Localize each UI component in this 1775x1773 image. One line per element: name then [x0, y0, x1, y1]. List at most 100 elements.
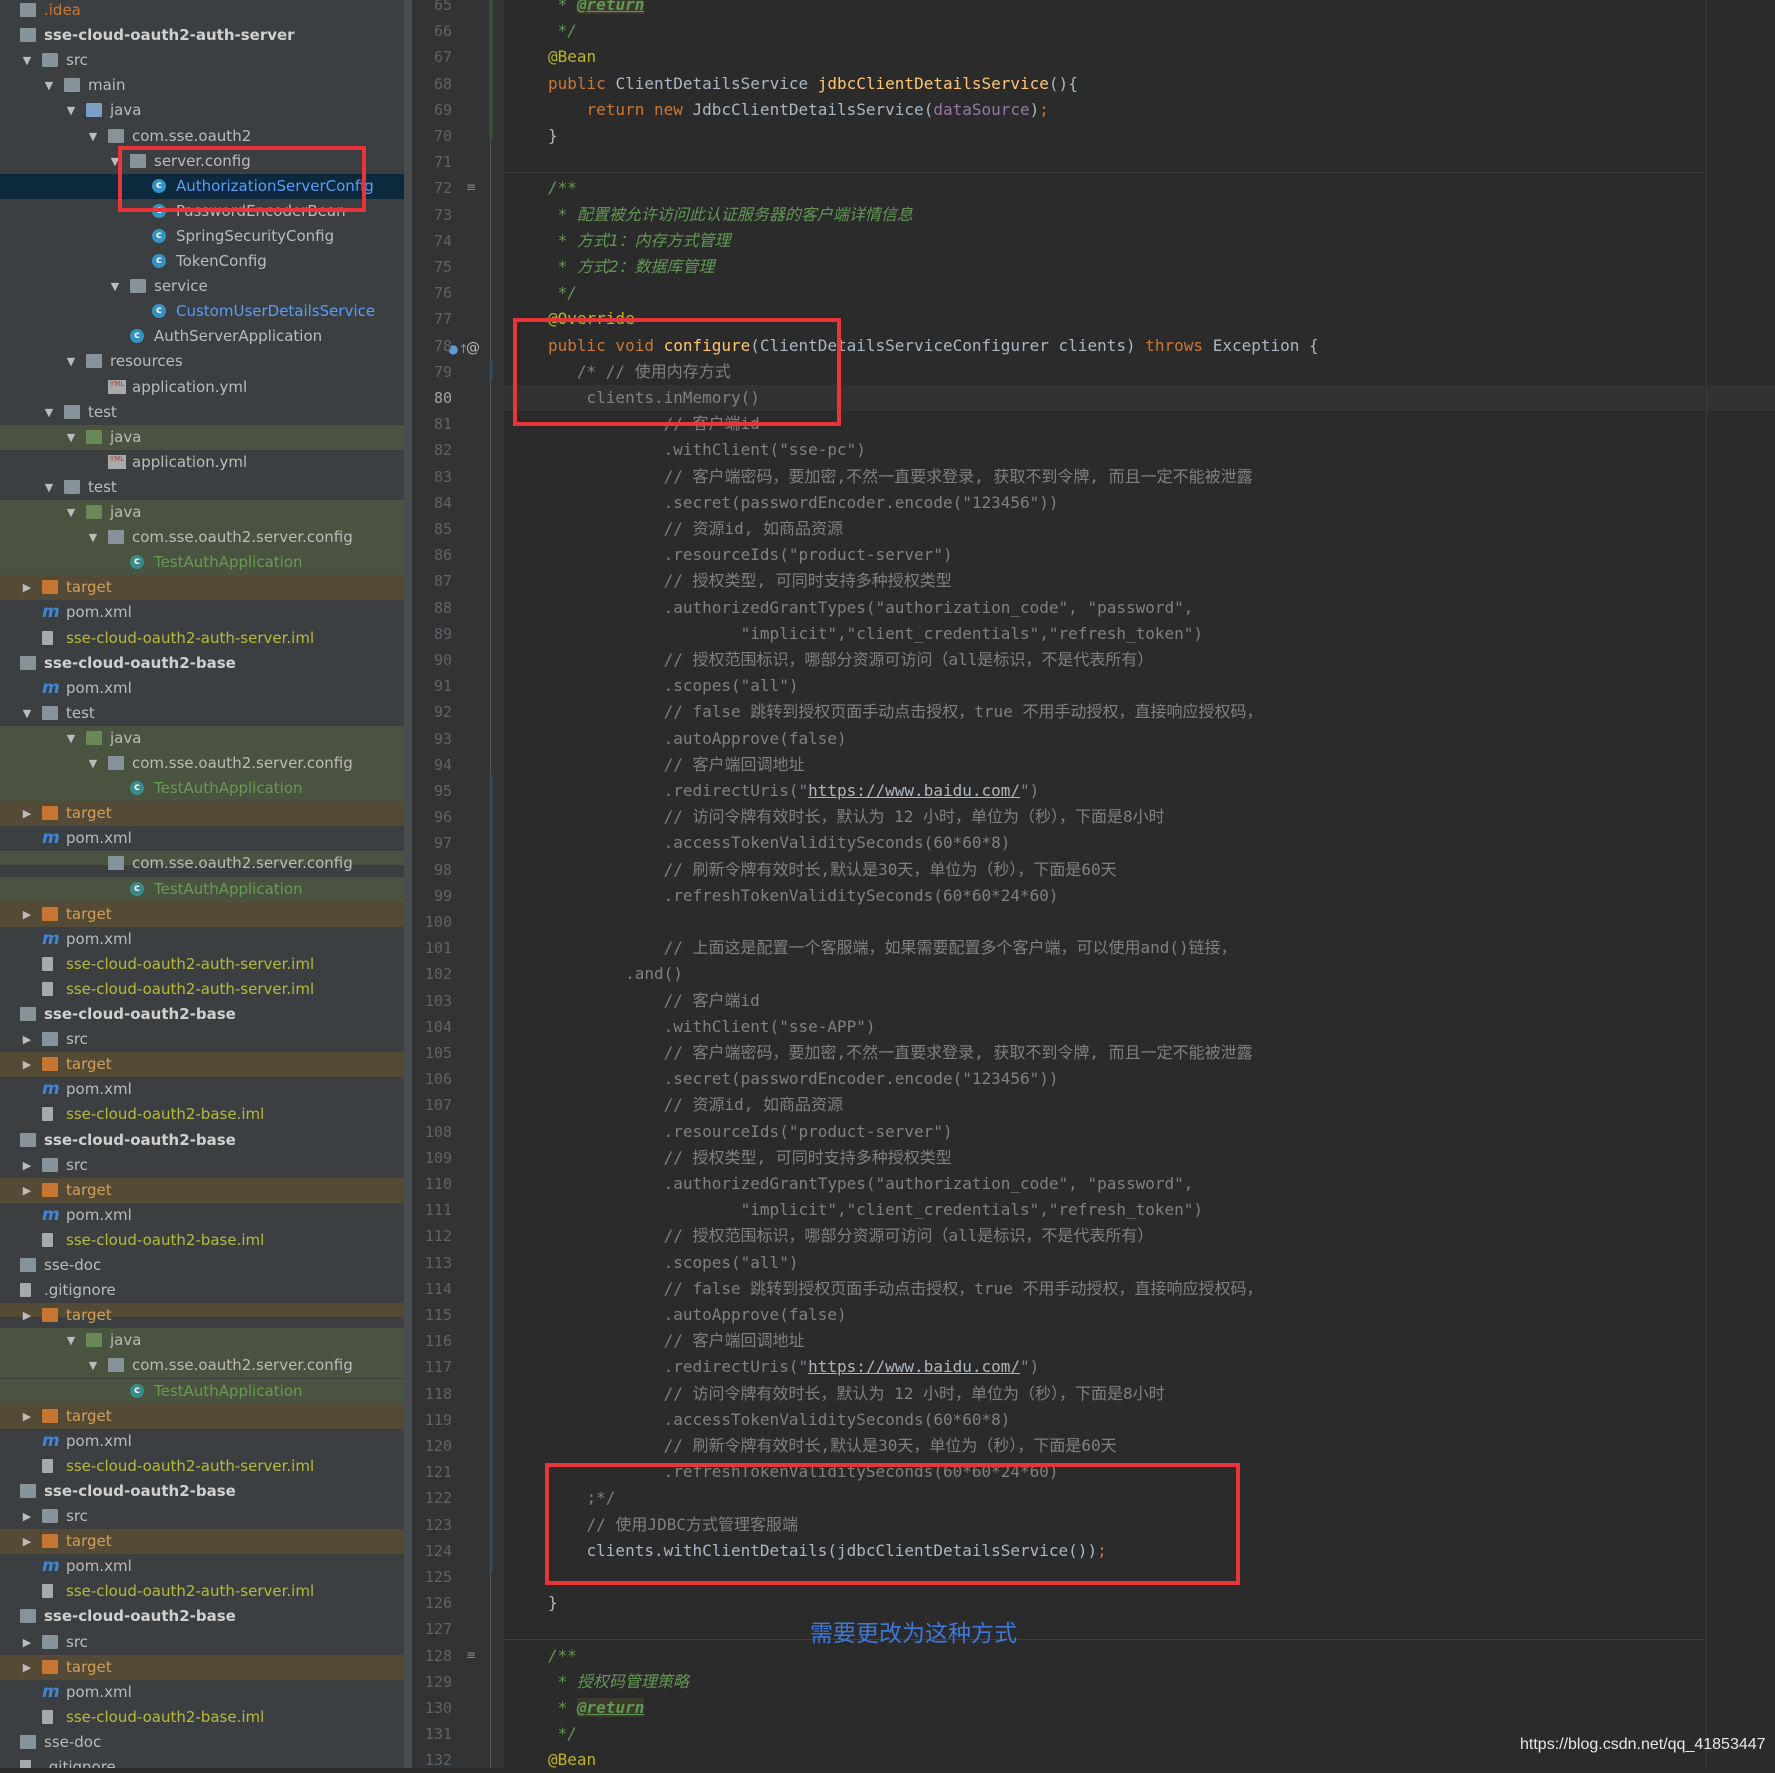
code-line[interactable]: .autoApprove(false) — [548, 726, 847, 752]
code-line[interactable]: * 配置被允许访问此认证服务器的客户端详情信息 — [548, 202, 913, 228]
code-line[interactable]: * @return — [548, 0, 645, 18]
tree-item[interactable]: ▼ com.sse.oauth2.server.config — [0, 751, 404, 776]
tree-item[interactable]: sse-cloud-oauth2-base.iml — [0, 1102, 404, 1127]
code-line[interactable]: // 客户端回调地址 — [548, 752, 805, 778]
code-line[interactable]: .authorizedGrantTypes("authorization_cod… — [548, 595, 1194, 621]
tree-item[interactable]: ▶ src — [0, 1630, 404, 1655]
tree-item[interactable]: sse-cloud-oauth2-base.iml — [0, 1228, 404, 1253]
code-line[interactable]: * 方式2：数据库管理 — [548, 254, 715, 280]
tree-item[interactable]: ▼ com.sse.oauth2 — [0, 124, 404, 149]
tree-item[interactable]: ▼ main — [0, 73, 404, 98]
tree-item[interactable]: c SpringSecurityConfig — [0, 224, 404, 249]
collapse-arrow-icon[interactable]: ▶ — [20, 902, 34, 927]
code-line[interactable]: @Bean — [548, 44, 596, 70]
code-line[interactable]: // 客户端id — [548, 988, 760, 1014]
tree-item[interactable]: ▼ test — [0, 701, 404, 726]
tree-item[interactable]: ▶ target — [0, 1529, 404, 1555]
expand-arrow-icon[interactable]: ▼ — [42, 400, 56, 425]
tree-item[interactable]: m pom.xml — [0, 826, 404, 851]
expand-arrow-icon[interactable]: ▼ — [64, 98, 78, 123]
code-line[interactable]: .redirectUris("https://www.baidu.com/") — [548, 778, 1040, 804]
tree-item[interactable]: ▶ src — [0, 1504, 404, 1529]
code-line[interactable]: */ — [548, 18, 577, 44]
collapse-arrow-icon[interactable]: ▶ — [20, 1178, 34, 1203]
code-line[interactable]: .scopes("all") — [548, 673, 799, 699]
code-line[interactable]: .autoApprove(false) — [548, 1302, 847, 1328]
code-line[interactable]: // 访问令牌有效时长，默认为 12 小时，单位为（秒），下面是8小时 — [548, 804, 1165, 830]
code-line[interactable]: // 上面这是配置一个客服端，如果需要配置多个客户端，可以使用and()链接， — [548, 935, 1237, 961]
tree-item[interactable]: c TestAuthApplication — [0, 776, 404, 802]
tree-item[interactable]: c AuthServerApplication — [0, 324, 404, 349]
tree-item[interactable]: m pom.xml — [0, 1429, 404, 1454]
code-line[interactable]: // 资源id, 如商品资源 — [548, 516, 843, 542]
code-line[interactable]: * @return — [548, 1695, 645, 1721]
tree-item[interactable]: c TestAuthApplication — [0, 876, 404, 902]
tree-item[interactable]: sse-doc — [0, 1253, 404, 1278]
doc-toggle-icon[interactable]: ≡ — [466, 180, 476, 194]
expand-arrow-icon[interactable]: ▼ — [86, 751, 100, 776]
tree-item[interactable]: sse-cloud-oauth2-auth-server.iml — [0, 952, 404, 977]
tree-item[interactable]: c TestAuthApplication — [0, 1378, 404, 1404]
collapse-arrow-icon[interactable]: ▶ — [20, 575, 34, 600]
code-line[interactable]: // 授权范围标识，哪部分资源可访问（all是标识，不是代表所有） — [548, 647, 1154, 673]
doc-toggle-icon[interactable]: ≡ — [466, 1648, 476, 1662]
tree-item[interactable]: YML application.yml — [0, 450, 404, 475]
tree-item[interactable]: m pom.xml — [0, 600, 404, 625]
expand-arrow-icon[interactable]: ▼ — [108, 274, 122, 299]
code-line[interactable]: */ — [548, 1721, 577, 1747]
tree-item[interactable]: m pom.xml — [0, 927, 404, 952]
tree-item[interactable]: .gitignore — [0, 1278, 404, 1303]
code-line[interactable]: /** — [548, 175, 577, 201]
code-line[interactable]: .resourceIds("product-server") — [548, 1119, 953, 1145]
expand-arrow-icon[interactable]: ▼ — [86, 525, 100, 550]
tree-item[interactable]: ▼ java — [0, 500, 404, 525]
collapse-arrow-icon[interactable]: ▶ — [20, 1303, 34, 1328]
tree-item[interactable]: ▶ target — [0, 901, 404, 927]
code-line[interactable]: .and() — [548, 961, 683, 987]
code-line[interactable]: * 授权码管理策略 — [548, 1669, 689, 1695]
collapse-arrow-icon[interactable]: ▶ — [20, 801, 34, 826]
code-line[interactable]: // 访问令牌有效时长，默认为 12 小时，单位为（秒），下面是8小时 — [548, 1381, 1165, 1407]
tree-item[interactable]: ▼ resources — [0, 349, 404, 374]
tree-item[interactable]: ▶ target — [0, 575, 404, 601]
tree-item[interactable]: ▼ com.sse.oauth2.server.config — [0, 525, 404, 551]
tree-item[interactable]: .gitignoresse-doc — [0, 1755, 404, 1768]
collapse-arrow-icon[interactable]: ▶ — [20, 1052, 34, 1077]
code-line[interactable]: // 刷新令牌有效时长,默认是30天，单位为（秒），下面是60天 — [548, 857, 1117, 883]
code-line[interactable]: .authorizedGrantTypes("authorization_cod… — [548, 1171, 1194, 1197]
tree-item[interactable]: ▶ src — [0, 1027, 404, 1052]
tree-item[interactable]: sse-cloud-oauth2-auth-server.iml — [0, 1579, 404, 1604]
tree-item[interactable]: m pom.xml — [0, 1680, 404, 1705]
tree-item[interactable]: ▼ service — [0, 274, 404, 299]
tree-item[interactable]: ▶ target — [0, 1303, 404, 1324]
code-line[interactable]: // 客户端密码，要加密,不然一直要求登录, 获取不到令牌, 而且一定不能被泄露 — [548, 464, 1253, 490]
expand-arrow-icon[interactable]: ▼ — [86, 124, 100, 149]
code-line[interactable]: .resourceIds("product-server") — [548, 542, 953, 568]
tree-item[interactable]: ▶ target — [0, 1403, 404, 1429]
code-line[interactable]: // false 跳转到授权页面手动点击授权，true 不用手动授权，直接响应授… — [548, 699, 1263, 725]
code-line[interactable]: .accessTokenValiditySeconds(60*60*8) — [548, 830, 1011, 856]
tree-item[interactable]: sse-doc — [0, 1730, 404, 1755]
tree-item[interactable]: ▼ java — [0, 1328, 404, 1354]
tree-item[interactable]: ▼ com.sse.oauth2.server.config — [0, 1353, 404, 1379]
code-line[interactable]: // 授权类型, 可同时支持多种授权类型 — [548, 568, 952, 594]
tree-item[interactable]: m pom.xml — [0, 1203, 404, 1228]
code-line[interactable]: // 授权范围标识，哪部分资源可访问（all是标识，不是代表所有） — [548, 1223, 1154, 1249]
code-line[interactable]: .withClient("sse-pc") — [548, 437, 866, 463]
tree-item[interactable]: m pom.xml — [0, 1554, 404, 1579]
code-line[interactable]: .redirectUris("https://www.baidu.com/") — [548, 1354, 1040, 1380]
tree-item[interactable]: c TokenConfig — [0, 249, 404, 274]
expand-arrow-icon[interactable]: ▼ — [64, 726, 78, 751]
code-line[interactable]: @Bean — [548, 1747, 596, 1773]
tree-item[interactable]: ▶ target — [0, 1177, 404, 1203]
tree-item[interactable]: sse-cloud-oauth2-base.iml — [0, 1705, 404, 1730]
tree-item[interactable]: ▼ test — [0, 475, 404, 500]
tree-item[interactable]: sse-cloud-oauth2-auth-server.iml — [0, 977, 404, 1002]
code-line[interactable]: // 刷新令牌有效时长,默认是30天，单位为（秒），下面是60天 — [548, 1433, 1117, 1459]
code-line[interactable]: .secret(passwordEncoder.encode("123456")… — [548, 1066, 1059, 1092]
expand-arrow-icon[interactable]: ▼ — [20, 48, 34, 73]
tree-item[interactable]: ▶ target — [0, 801, 404, 827]
tree-item[interactable]: YML application.yml — [0, 375, 404, 400]
code-line[interactable]: .refreshTokenValiditySeconds(60*60*24*60… — [548, 883, 1059, 909]
code-line[interactable]: public ClientDetailsService jdbcClientDe… — [548, 71, 1078, 97]
